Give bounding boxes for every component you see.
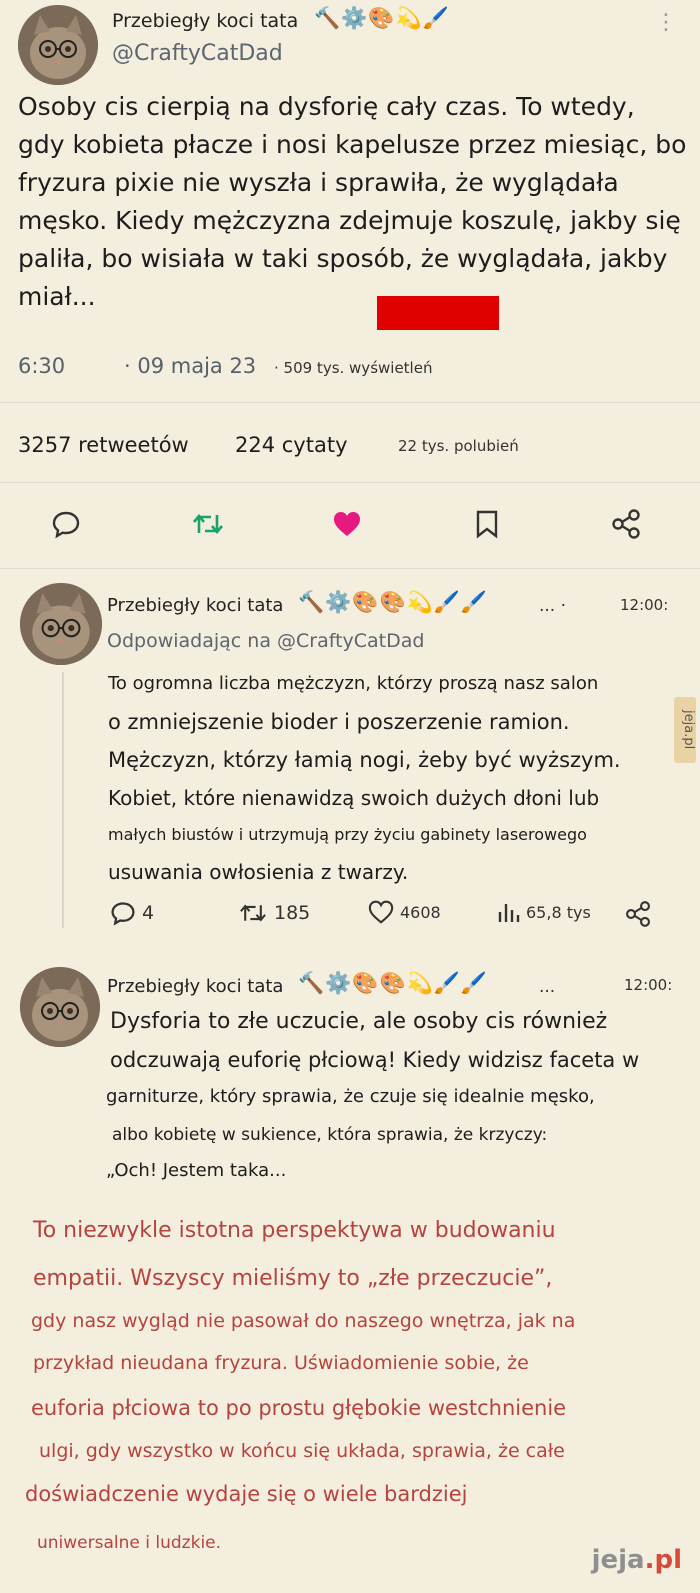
views-button[interactable]: 65,8 tys — [496, 900, 591, 924]
reply-text-line: „Och! Jestem taka... — [106, 1160, 287, 1181]
watermark-suffix: .pl — [644, 1545, 682, 1575]
like-button[interactable] — [329, 506, 365, 542]
share-button[interactable] — [608, 506, 644, 542]
reply-ellipsis: ... · — [539, 596, 567, 616]
redaction-block — [377, 296, 499, 330]
author-handle[interactable]: @CraftyCatDad — [112, 41, 283, 66]
share-icon — [612, 509, 640, 539]
cat-avatar-icon — [20, 583, 102, 665]
more-options-icon[interactable]: ⋮ — [655, 12, 677, 34]
tweet-text-line: miał... — [18, 282, 96, 311]
watermark-main: jeja — [591, 1545, 645, 1575]
tweet-date: · 09 maja 23 — [124, 354, 257, 378]
reply-ellipsis: ... — [539, 977, 556, 997]
replying-to[interactable]: Odpowiadając na @CraftyCatDad — [107, 630, 424, 652]
reply-text-line: Dysforia to złe uczucie, ale osoby cis r… — [110, 1009, 608, 1034]
commentary-line: ulgi, gdy wszystko w końcu się układa, s… — [39, 1440, 565, 1462]
quote-count[interactable]: 224 cytaty — [235, 433, 348, 457]
analytics-icon — [498, 904, 520, 922]
share-button[interactable] — [624, 900, 652, 932]
retweet-icon — [193, 513, 223, 535]
commentary-line: przykład nieudana fryzura. Uświadomienie… — [33, 1352, 529, 1374]
commentary-line: doświadczenie wydaje się o wiele bardzie… — [25, 1482, 468, 1506]
reply-text-line: usuwania owłosienia z twarzy. — [108, 860, 409, 884]
reply-text-line: Mężczyzn, którzy łamią nogi, żeby być wy… — [108, 748, 621, 772]
tweet-text-line: Osoby cis cierpią na dysforię cały czas.… — [18, 92, 635, 121]
cat-avatar-icon — [18, 5, 98, 85]
reply-text-line: albo kobietę w sukience, która sprawia, … — [112, 1125, 548, 1145]
avatar[interactable] — [20, 967, 100, 1047]
commentary-line: gdy nasz wygląd nie pasował do naszego w… — [31, 1310, 576, 1332]
tweet-text: Osoby cis cierpią na dysforię cały czas.… — [18, 88, 688, 316]
tweet-views: · 509 tys. wyświetleń — [274, 359, 433, 377]
divider — [0, 482, 700, 483]
author-name[interactable]: Przebiegły koci tata — [107, 595, 283, 616]
reply-text-line: małych biustów i utrzymują przy życiu ga… — [108, 825, 587, 844]
author-emojis: 🔨⚙️🎨🎨💫🖌️🖌️ — [298, 971, 489, 995]
divider — [0, 402, 700, 403]
retweet-button[interactable] — [190, 506, 226, 542]
thread-line — [62, 672, 64, 928]
commentary-line: empatii. Wszyscy mieliśmy to „złe przecz… — [33, 1266, 553, 1291]
tweet-text-line: paliła, bo wisiała w taki sposób, że wyg… — [18, 244, 668, 273]
like-count[interactable]: 22 tys. polubień — [398, 437, 519, 455]
reply-time: 12:00: — [620, 596, 669, 614]
reply-text-line: Kobiet, które nienawidzą swoich dużych d… — [108, 786, 600, 810]
retweet-icon — [240, 904, 266, 922]
reply-text-line: odczuwają euforię płciową! Kiedy widzisz… — [110, 1048, 640, 1072]
commentary-line: euforia płciowa to po prostu głębokie we… — [31, 1396, 567, 1420]
reply-button[interactable]: 4 — [110, 900, 154, 926]
comment-icon — [52, 511, 80, 539]
views-count: 65,8 tys — [526, 902, 591, 922]
like-count: 4608 — [400, 902, 441, 922]
bookmark-icon — [476, 510, 498, 539]
reply-button[interactable] — [48, 506, 84, 542]
avatar[interactable] — [18, 5, 98, 85]
heart-icon — [334, 512, 360, 536]
reply-text-line: To ogromna liczba mężczyzn, którzy prosz… — [108, 673, 599, 694]
tweet-text-line: męsko. Kiedy mężczyzna zdejmuje koszulę,… — [18, 206, 681, 235]
watermark-side: jeja.pl — [674, 697, 696, 763]
retweet-count[interactable]: 3257 retweetów — [18, 433, 189, 457]
heart-icon — [368, 900, 394, 924]
reply-text-line: garniturze, który sprawia, że czuje się … — [106, 1086, 595, 1107]
author-emojis: 🔨⚙️🎨💫🖌️ — [314, 6, 450, 30]
author-emojis: 🔨⚙️🎨🎨💫🖌️🖌️ — [298, 590, 489, 614]
tweet-text-line: fryzura pixie nie wyszła i sprawiła, że … — [18, 168, 619, 197]
commentary-line: To niezwykle istotna perspektywa w budow… — [33, 1218, 556, 1243]
reply-count: 4 — [142, 902, 155, 924]
share-icon — [626, 901, 650, 927]
divider — [0, 568, 700, 569]
like-button[interactable]: 4608 — [368, 900, 441, 924]
reply-text-line: o zmniejszenie bioder i poszerzenie rami… — [108, 710, 570, 734]
tweet-time: 6:30 — [18, 354, 66, 378]
watermark-logo: jeja.pl — [592, 1545, 682, 1575]
avatar[interactable] — [20, 583, 102, 665]
cat-avatar-icon — [20, 967, 100, 1047]
retweet-count: 185 — [274, 902, 311, 924]
tweet-text-line: gdy kobieta płacze i nosi kapelusze prze… — [18, 130, 687, 159]
author-name[interactable]: Przebiegły koci tata — [112, 10, 298, 32]
bookmark-button[interactable] — [469, 506, 505, 542]
comment-icon — [111, 902, 135, 926]
retweet-button[interactable]: 185 — [238, 900, 310, 926]
commentary-line: uniwersalne i ludzkie. — [37, 1533, 222, 1553]
author-name[interactable]: Przebiegły koci tata — [107, 976, 283, 997]
reply-time: 12:00: — [624, 976, 673, 994]
